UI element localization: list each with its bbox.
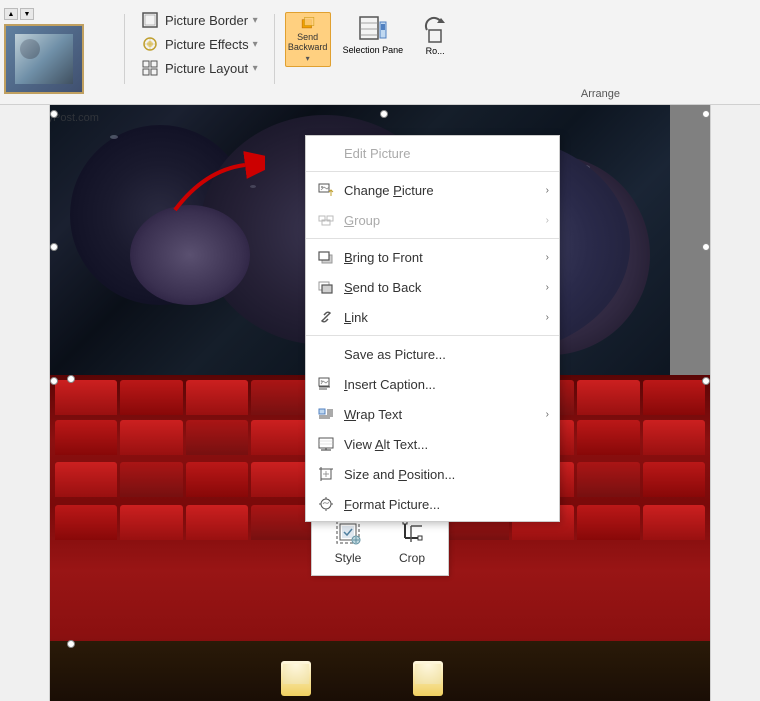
main-content-area: Edit Picture Change Picture ›: [0, 105, 760, 701]
ctx-change-picture[interactable]: Change Picture ›: [306, 175, 559, 205]
send-backward-button[interactable]: SendBackward ▾: [285, 12, 331, 67]
ctx-format-picture-label: Format Picture...: [344, 497, 549, 512]
ctx-edit-picture[interactable]: Edit Picture: [306, 138, 559, 168]
ctx-size-position-icon: [316, 464, 336, 484]
ctx-format-picture-icon: [316, 494, 336, 514]
send-backward-dropdown[interactable]: ▾: [306, 55, 310, 64]
ctx-wrap-text-icon: [316, 404, 336, 424]
picture-effects-label: Picture Effects: [165, 37, 249, 52]
ctx-edit-picture-icon: [316, 143, 336, 163]
arrange-group-label: Arrange: [581, 88, 620, 100]
picture-options-group: Picture Border ▾ Picture Effects ▾: [129, 4, 270, 84]
send-backward-label: SendBackward: [288, 33, 328, 53]
nav-down-button[interactable]: ▼: [20, 8, 34, 20]
picture-border-arrow: ▾: [253, 15, 258, 26]
style-label: Style: [335, 551, 362, 565]
ctx-save-as-picture-icon: [316, 344, 336, 364]
ctx-view-alt-text-icon: [316, 434, 336, 454]
ctx-bring-to-front-icon: [316, 247, 336, 267]
ctx-insert-caption-icon: [316, 374, 336, 394]
ctx-change-picture-icon: [316, 180, 336, 200]
ctx-edit-picture-label: Edit Picture: [344, 146, 549, 161]
selection-handle-br[interactable]: [702, 377, 710, 385]
selection-handle-cinema-bottom[interactable]: [67, 640, 75, 648]
right-sidebar: [710, 105, 760, 701]
picture-layout-label: Picture Layout: [165, 61, 249, 76]
ctx-bring-to-front-label: Bring to Front: [344, 250, 546, 265]
picture-effects-icon: [141, 35, 159, 53]
send-backward-icon: [294, 15, 322, 31]
picture-effects-button[interactable]: Picture Effects ▾: [135, 32, 264, 56]
ctx-wrap-text[interactable]: Wrap Text ›: [306, 399, 559, 429]
picture-border-label: Picture Border: [165, 13, 249, 28]
ctx-group[interactable]: Group ›: [306, 205, 559, 235]
ctx-format-picture[interactable]: Format Picture...: [306, 489, 559, 519]
selection-handle-mr[interactable]: [702, 243, 710, 251]
picture-layout-icon: [141, 59, 159, 77]
red-arrow-annotation: [165, 150, 265, 223]
selection-handle-bl[interactable]: [50, 377, 58, 385]
ctx-view-alt-text-label: View Alt Text...: [344, 437, 549, 452]
ctx-link-label: Link: [344, 310, 546, 325]
selection-pane-button[interactable]: Selection Pane: [335, 10, 412, 60]
ctx-send-to-back[interactable]: Send to Back ›: [306, 272, 559, 302]
ctx-sep-2: [306, 238, 559, 239]
ctx-link-arrow: ›: [546, 312, 549, 323]
ctx-link[interactable]: Link ›: [306, 302, 559, 332]
selection-pane-icon: [357, 14, 389, 46]
picture-layout-button[interactable]: Picture Layout ▾: [135, 56, 264, 80]
rotate-label: Ro...: [426, 46, 445, 56]
left-sidebar: [0, 105, 50, 701]
ribbon: ▲ ▼ Picture Border ▾: [0, 0, 760, 105]
ctx-view-alt-text[interactable]: View Alt Text...: [306, 429, 559, 459]
ctx-group-icon: [316, 210, 336, 230]
ctx-sep-3: [306, 335, 559, 336]
ctx-send-to-back-icon: [316, 277, 336, 297]
crop-label: Crop: [399, 551, 425, 565]
ribbon-separator-1: [124, 14, 125, 84]
ctx-insert-caption-label: Insert Caption...: [344, 377, 549, 392]
ctx-wrap-text-label: Wrap Text: [344, 407, 546, 422]
ctx-bring-to-front-arrow: ›: [546, 252, 549, 263]
ctx-insert-caption[interactable]: Insert Caption...: [306, 369, 559, 399]
ctx-bring-to-front[interactable]: Bring to Front ›: [306, 242, 559, 272]
rotate-button[interactable]: Ro...: [413, 10, 457, 60]
picture-layout-arrow: ▾: [253, 63, 258, 74]
ribbon-separator-2: [274, 14, 275, 84]
selection-handle-ml[interactable]: [50, 243, 58, 251]
ctx-wrap-text-arrow: ›: [546, 409, 549, 420]
selection-handle-tm[interactable]: [380, 110, 388, 118]
selection-handle-tr[interactable]: [702, 110, 710, 118]
ctx-size-position-label: Size and Position...: [344, 467, 549, 482]
nav-up-button[interactable]: ▲: [4, 8, 18, 20]
picture-border-button[interactable]: Picture Border ▾: [135, 8, 264, 32]
selection-handle-cinema-left[interactable]: [67, 375, 75, 383]
selection-pane-label: Selection Pane: [343, 46, 404, 56]
ctx-change-picture-label: Change Picture: [344, 183, 546, 198]
ctx-send-to-back-label: Send to Back: [344, 280, 546, 295]
thumbnail-item[interactable]: [4, 24, 84, 94]
ctx-group-label: Group: [344, 213, 546, 228]
ctx-change-picture-arrow: ›: [546, 185, 549, 196]
picture-border-icon: [141, 11, 159, 29]
rotate-icon: [419, 14, 451, 46]
ctx-group-arrow: ›: [546, 215, 549, 226]
ctx-sep-1: [306, 171, 559, 172]
ctx-save-as-picture[interactable]: Save as Picture...: [306, 339, 559, 369]
picture-effects-arrow: ▾: [253, 39, 258, 50]
ctx-link-icon: [316, 307, 336, 327]
ctx-send-to-back-arrow: ›: [546, 282, 549, 293]
selection-handle-tl[interactable]: [50, 110, 58, 118]
ctx-size-and-position[interactable]: Size and Position...: [306, 459, 559, 489]
context-menu: Edit Picture Change Picture ›: [305, 135, 560, 522]
ctx-save-as-picture-label: Save as Picture...: [344, 347, 549, 362]
